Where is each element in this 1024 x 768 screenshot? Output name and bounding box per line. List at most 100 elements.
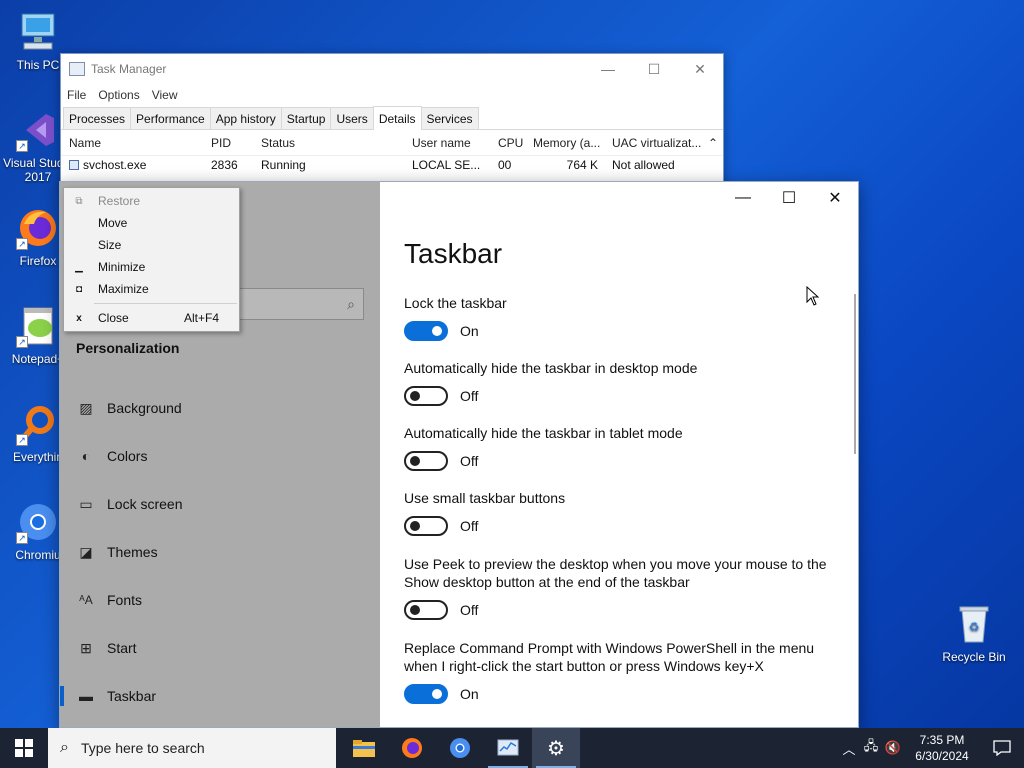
image-icon: ▨: [79, 399, 93, 416]
menu-item-restore[interactable]: ⧉ Restore: [64, 190, 239, 212]
menu-options[interactable]: Options: [98, 88, 139, 102]
taskbar-file-explorer[interactable]: [340, 728, 388, 768]
menu-item-label: Restore: [98, 194, 141, 208]
maximize-button[interactable]: ☐: [766, 182, 812, 214]
menu-item-size[interactable]: Size: [64, 234, 239, 256]
process-memory: 764 K: [566, 158, 598, 172]
chevron-up-icon[interactable]: ︿: [838, 739, 860, 758]
nav-item-label: Taskbar: [107, 688, 157, 704]
tab-app-history[interactable]: App history: [209, 107, 282, 129]
tab-details[interactable]: Details: [372, 106, 422, 130]
start-button[interactable]: [0, 728, 48, 768]
menu-item-accelerator: Alt+F4: [183, 311, 219, 325]
tab-startup[interactable]: Startup: [280, 107, 332, 129]
content-scrollbar[interactable]: [854, 294, 856, 454]
taskbar-firefox[interactable]: [388, 728, 436, 768]
menu-item-maximize[interactable]: ◘ Maximize: [64, 278, 239, 300]
process-uac: Not allowed: [612, 158, 675, 172]
shortcut-arrow-icon: ↗: [16, 140, 28, 152]
menu-item-move[interactable]: Move: [64, 212, 239, 234]
setting-autohide-tablet: Automatically hide the taskbar in tablet…: [404, 424, 844, 471]
task-manager-window[interactable]: Task Manager — ☐ ✕ File Options View Pro…: [60, 53, 724, 193]
nav-item-fonts[interactable]: ᴬA Fonts: [60, 576, 380, 624]
taskbar-task-manager[interactable]: [484, 728, 532, 768]
network-icon[interactable]: 🖧: [860, 737, 882, 759]
toggle-knob: [410, 456, 420, 466]
notification-icon: [993, 740, 1011, 756]
nav-item-themes[interactable]: ◪ Themes: [60, 528, 380, 576]
taskbar-settings[interactable]: ⚙: [532, 728, 580, 768]
toggle-knob: [432, 689, 442, 699]
taskbar: ⌕ Type here to search ⚙ ︿ 🖧 🔇 7:35 PM 6/…: [0, 728, 1024, 768]
toggle-knob: [410, 605, 420, 615]
scroll-up-icon[interactable]: ⌃: [704, 136, 722, 150]
settings-icon: ⚙: [547, 737, 565, 760]
search-icon: ⌕: [60, 739, 69, 756]
autohide-desktop-toggle[interactable]: [404, 386, 448, 406]
nav-item-taskbar[interactable]: ▬ Taskbar: [60, 672, 380, 720]
powershell-toggle[interactable]: [404, 684, 448, 704]
tab-services[interactable]: Services: [420, 107, 479, 129]
menu-item-label: Maximize: [98, 282, 149, 296]
shortcut-arrow-icon: ↗: [16, 532, 28, 544]
setting-label: Lock the taskbar: [404, 295, 507, 311]
small-buttons-toggle[interactable]: [404, 516, 448, 536]
close-button[interactable]: ✕: [812, 182, 858, 214]
notepad-plus-icon: ↗: [16, 304, 60, 348]
maximize-button[interactable]: ☐: [631, 54, 677, 84]
menu-view[interactable]: View: [152, 88, 178, 102]
themes-icon: ◪: [79, 543, 93, 560]
lock-taskbar-toggle[interactable]: [404, 321, 448, 341]
task-manager-icon: [69, 62, 85, 76]
recycle-bin-icon: ♻: [952, 602, 996, 646]
file-explorer-icon: [353, 740, 375, 757]
toggle-knob: [410, 391, 420, 401]
autohide-tablet-toggle[interactable]: [404, 451, 448, 471]
toggle-state-text: Off: [460, 602, 479, 618]
setting-powershell: Replace Command Prompt with Windows Powe…: [404, 639, 844, 704]
desktop-icon-label: Recycle Bin: [942, 650, 1006, 664]
tab-performance[interactable]: Performance: [130, 107, 211, 129]
process-name: svchost.exe: [83, 158, 147, 172]
close-button[interactable]: ✕: [677, 54, 723, 84]
column-header-status[interactable]: Status: [253, 136, 404, 150]
desktop-icon-recycle-bin[interactable]: ♻ Recycle Bin: [936, 602, 1012, 664]
minimize-button[interactable]: —: [720, 182, 766, 214]
lock-screen-icon: ▭: [79, 495, 93, 512]
setting-small-buttons: Use small taskbar buttons Off: [404, 489, 844, 536]
nav-item-colors[interactable]: ◐ Colors: [60, 432, 380, 480]
menu-file[interactable]: File: [67, 88, 86, 102]
peek-toggle[interactable]: [404, 600, 448, 620]
search-placeholder: Type here to search: [80, 740, 205, 756]
column-header-uac[interactable]: UAC virtualizat...: [604, 136, 704, 150]
column-header-user-name[interactable]: User name: [404, 136, 490, 150]
tab-processes[interactable]: Processes: [63, 107, 132, 129]
taskbar-chromium[interactable]: [436, 728, 484, 768]
task-manager-titlebar[interactable]: Task Manager — ☐ ✕: [61, 54, 723, 84]
notification-center-button[interactable]: [980, 728, 1024, 768]
column-header-memory[interactable]: Memory (a...: [525, 136, 604, 150]
setting-peek: Use Peek to preview the desktop when you…: [404, 555, 844, 620]
chromium-icon: [450, 738, 470, 758]
column-header-pid[interactable]: PID: [203, 136, 253, 150]
svg-text:♻: ♻: [969, 620, 980, 634]
column-header-cpu[interactable]: CPU: [490, 136, 525, 150]
system-tray: ︿ 🖧 🔇 7:35 PM 6/30/2024: [838, 728, 1024, 768]
nav-item-background[interactable]: ▨ Background: [60, 384, 380, 432]
mouse-cursor-icon: [806, 286, 820, 306]
menu-item-close[interactable]: x Close Alt+F4: [64, 307, 239, 329]
menu-item-minimize[interactable]: ▁ Minimize: [64, 256, 239, 278]
nav-item-label: Themes: [107, 544, 158, 560]
table-row[interactable]: svchost.exe 2836 Running LOCAL SE... 00 …: [61, 156, 723, 174]
clock[interactable]: 7:35 PM 6/30/2024: [904, 732, 980, 764]
nav-item-lock-screen[interactable]: ▭ Lock screen: [60, 480, 380, 528]
tab-strip: Processes Performance App history Startu…: [61, 106, 723, 130]
taskbar-search-box[interactable]: ⌕ Type here to search: [48, 728, 336, 768]
column-header-name[interactable]: Name: [61, 136, 203, 150]
tab-users[interactable]: Users: [330, 107, 374, 129]
maximize-icon: ◘: [75, 283, 83, 295]
volume-muted-icon[interactable]: 🔇: [882, 740, 904, 756]
toggle-state-text: Off: [460, 453, 479, 469]
minimize-button[interactable]: —: [585, 54, 631, 84]
nav-item-start[interactable]: ⊞ Start: [60, 624, 380, 672]
